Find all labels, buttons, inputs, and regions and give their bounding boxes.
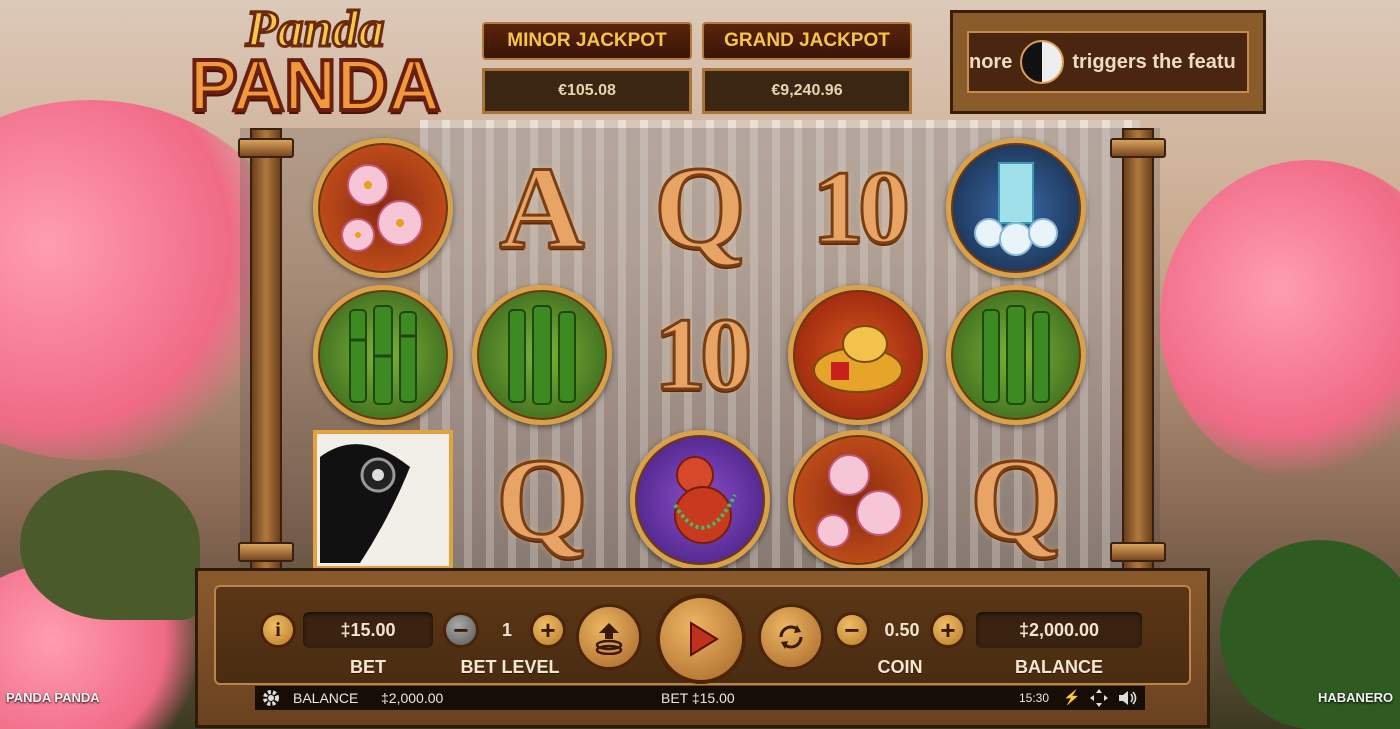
status-clock: 15:30 <box>1019 691 1050 705</box>
cherry-blossom-symbol <box>788 430 928 570</box>
letter-q-symbol: Q <box>946 430 1086 570</box>
foliage-left <box>20 470 200 620</box>
logo-line2: PANDA <box>188 46 443 126</box>
panda-face-icon <box>320 444 410 563</box>
waterfall-symbol <box>946 138 1086 278</box>
letter-q: Q <box>969 434 1064 565</box>
feature-ticker: nore triggers the featu <box>967 31 1249 93</box>
letter-q: Q <box>495 434 590 565</box>
settings-gear-icon[interactable] <box>261 688 281 711</box>
letter-a: A <box>498 142 586 273</box>
bet-level-label: BET LEVEL <box>460 657 560 677</box>
game-logo: Panda PANDA <box>150 2 480 134</box>
balance-field: ‡2,000.00 <box>976 612 1142 648</box>
bamboo-icon <box>349 305 417 405</box>
status-bar: BALANCE ‡2,000.00 BET ‡15.00 15:30 ⚡ <box>255 686 1145 710</box>
letter-q-symbol: Q <box>630 138 770 278</box>
letter-a-symbol: A <box>472 138 612 278</box>
bamboo-symbol <box>472 285 612 425</box>
turbo-icon[interactable]: ⚡ <box>1063 689 1080 706</box>
bet-level-value: 1 <box>501 619 512 640</box>
status-balance-value: ‡2,000.00 <box>381 690 444 706</box>
game-title-corner: PANDA PANDA <box>6 690 100 705</box>
pillar-left <box>238 128 294 572</box>
status-bet: BET ‡15.00 <box>661 690 735 706</box>
bamboo-icon <box>982 305 1050 405</box>
coin-stack-icon <box>595 623 623 655</box>
coin-value: 0.50 <box>884 619 920 640</box>
fullscreen-icon[interactable] <box>1089 688 1109 711</box>
info-button[interactable]: i <box>260 612 296 648</box>
waterfall-icon <box>974 162 1058 256</box>
minor-jackpot: MINOR JACKPOT €105.08 <box>482 22 692 114</box>
provider-label: HABANERO <box>1318 690 1394 705</box>
balance-label: BALANCE <box>1015 657 1103 677</box>
status-balance-label: BALANCE <box>293 690 359 706</box>
cherry-blossom-icon <box>341 164 423 252</box>
bamboo-symbol <box>946 285 1086 425</box>
cherry-tree-right <box>1160 160 1400 480</box>
grand-jackpot-value: €9,240.96 <box>702 68 912 114</box>
grand-jackpot: GRAND JACKPOT €9,240.96 <box>702 22 912 114</box>
cherry-blossom-symbol <box>313 138 453 278</box>
bet-label: BET <box>350 657 386 677</box>
coin-plus-button[interactable]: + <box>930 612 966 648</box>
panda-symbol <box>313 430 453 570</box>
coin-minus-button[interactable]: − <box>834 612 870 648</box>
grand-jackpot-label: GRAND JACKPOT <box>702 22 912 60</box>
minor-jackpot-value: €105.08 <box>482 68 692 114</box>
autoplay-icon <box>779 625 803 649</box>
ticker-text-after: triggers the featu <box>1072 50 1236 73</box>
autoplay-button[interactable] <box>758 604 824 670</box>
minor-jackpot-label: MINOR JACKPOT <box>482 22 692 60</box>
bet-level-plus-button[interactable]: + <box>530 612 566 648</box>
bet-field: ‡15.00 <box>303 612 433 648</box>
number-ten: 10 <box>811 150 912 265</box>
gourd-symbol <box>630 430 770 570</box>
gold-ingot-symbol <box>788 285 928 425</box>
cherry-blossom-icon <box>816 454 902 548</box>
pillar-right <box>1110 128 1166 572</box>
coin-label: COIN <box>877 657 923 677</box>
ticker-text-before: nore <box>969 50 1013 73</box>
feature-info-panel: nore triggers the featu <box>950 10 1266 114</box>
number-ten: 10 <box>653 297 754 412</box>
gold-ingot-icon <box>813 325 903 393</box>
yin-yang-panda-icon <box>1020 40 1065 84</box>
bet-level-minus-button[interactable]: − <box>443 612 479 648</box>
ten-symbol: 10 <box>788 138 928 278</box>
play-icon <box>690 621 719 657</box>
gourd-icon <box>673 456 737 544</box>
letter-q-symbol: Q <box>472 430 612 570</box>
bamboo-symbol <box>313 285 453 425</box>
max-bet-button[interactable] <box>576 604 642 670</box>
ten-symbol: 10 <box>630 285 770 425</box>
spin-button[interactable] <box>656 594 746 684</box>
sound-icon[interactable] <box>1117 688 1139 711</box>
letter-q: Q <box>653 142 748 273</box>
bamboo-icon <box>508 305 576 405</box>
